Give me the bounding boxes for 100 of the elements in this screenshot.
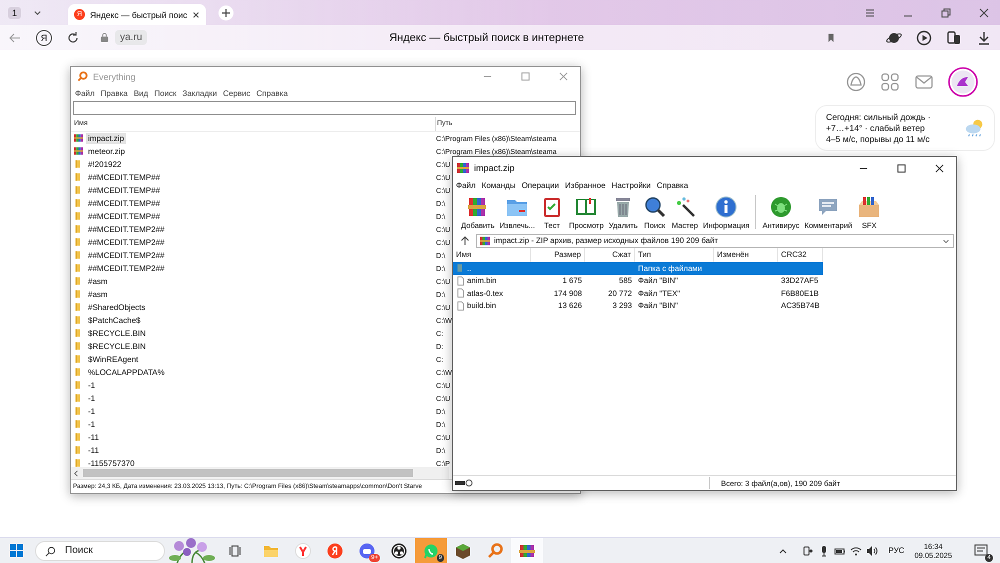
file-name[interactable]: -1155757370 — [86, 458, 137, 468]
file-name[interactable]: ##MCEDIT.TEMP## — [86, 172, 162, 183]
up-arrow-icon[interactable] — [460, 236, 470, 246]
file-name[interactable]: #!201922 — [86, 158, 124, 170]
url-text: ya.ru — [115, 30, 148, 45]
close-icon[interactable] — [978, 6, 990, 18]
file-icon — [456, 276, 465, 286]
file-name[interactable]: -1 — [86, 406, 98, 417]
file-name[interactable]: -11 — [86, 444, 101, 456]
file-name[interactable]: #asm — [86, 276, 110, 287]
download-icon[interactable] — [976, 30, 992, 46]
folder-icon — [74, 393, 83, 404]
menu-item[interactable]: Операции — [522, 180, 559, 190]
archive-icon — [480, 236, 490, 246]
folder-icon — [74, 367, 83, 378]
file-name[interactable]: ##MCEDIT.TEMP2## — [86, 236, 166, 248]
folder-icon — [74, 289, 83, 300]
folder-icon — [74, 419, 83, 430]
maximize-icon[interactable] — [897, 164, 906, 172]
folder-icon — [74, 406, 83, 416]
file-name[interactable]: #SharedObjects — [86, 302, 148, 313]
back-arrow-icon[interactable] — [8, 30, 22, 44]
file-name[interactable]: -1 — [86, 418, 98, 430]
archive-icon — [74, 133, 83, 144]
box-icon — [857, 194, 882, 218]
search-field[interactable] — [73, 100, 576, 115]
horizontal-scrollbar[interactable] — [71, 467, 449, 480]
bookmark-icon[interactable] — [826, 32, 836, 42]
camera-icon[interactable] — [802, 544, 814, 556]
file-name[interactable]: $WinREAgent — [86, 354, 140, 365]
menu-item[interactable]: Файл — [75, 88, 95, 98]
file-name[interactable]: ##MCEDIT.TEMP2## — [86, 250, 166, 261]
menu-item[interactable]: Вид — [134, 88, 148, 98]
folder-icon — [74, 341, 83, 352]
menu-item[interactable]: Правка — [100, 88, 128, 98]
file-name[interactable]: $RECYCLE.BIN — [86, 340, 148, 352]
file-name[interactable]: meteor.zip — [86, 146, 127, 157]
folder-icon — [74, 445, 83, 456]
file-name[interactable]: -1 — [86, 380, 98, 391]
file-name[interactable]: -11 — [86, 432, 101, 443]
yandex-button[interactable]: Я — [36, 30, 52, 46]
speaker-icon[interactable] — [866, 544, 878, 556]
apps-grid-icon[interactable] — [880, 72, 900, 92]
tab-counter[interactable]: 1 — [8, 6, 22, 18]
info-icon — [714, 194, 738, 218]
windows-start-icon[interactable] — [10, 544, 23, 557]
weather-card[interactable]: Сегодня: сильный дождь · +7…+14° · слабый ветер 4–5 м/с, порывы до 11 м/с — [815, 105, 995, 151]
play-icon[interactable] — [916, 30, 932, 46]
menu-icon[interactable] — [864, 6, 876, 18]
file-name[interactable]: impact.zip — [86, 132, 126, 144]
magnifier-icon — [487, 542, 503, 558]
folder-icon — [74, 302, 83, 312]
folder-up-icon — [456, 263, 465, 274]
avatar[interactable] — [948, 67, 978, 97]
menu-item[interactable]: Избранное — [565, 180, 606, 190]
wifi-icon[interactable] — [850, 544, 862, 556]
plus-icon[interactable] — [218, 4, 234, 20]
folder-icon — [74, 198, 83, 208]
file-name[interactable]: ##MCEDIT.TEMP## — [86, 198, 162, 209]
file-name[interactable]: -1 — [86, 392, 98, 404]
reload-icon[interactable] — [66, 30, 80, 44]
file-name[interactable]: ##MCEDIT.TEMP## — [86, 210, 162, 222]
menu-item[interactable]: Поиск — [154, 88, 176, 98]
menu-item[interactable]: Команды — [482, 180, 516, 190]
file-name[interactable]: ##MCEDIT.TEMP2## — [86, 262, 166, 274]
flower-drawing — [167, 538, 217, 563]
folder-icon — [74, 263, 83, 274]
file-name[interactable]: ##MCEDIT.TEMP2## — [86, 224, 166, 235]
window-title: impact.zip — [474, 163, 515, 173]
file-name[interactable]: $PatchCache$ — [86, 314, 142, 326]
language-indicator[interactable]: РУС — [888, 546, 904, 555]
menu-item[interactable]: Сервис — [222, 88, 250, 98]
drive-icon — [455, 479, 475, 487]
task-view-icon[interactable] — [229, 544, 243, 558]
folder-icon — [74, 211, 83, 222]
address-bar[interactable]: ya.ru Яндекс — быстрый поиск в интернете — [94, 28, 842, 48]
menu-item[interactable]: Справка — [656, 180, 688, 190]
menu-item[interactable]: Файл — [456, 180, 476, 190]
alice-icon[interactable] — [846, 72, 866, 92]
restore-icon[interactable] — [940, 6, 952, 18]
menu-item[interactable]: Настройки — [612, 180, 651, 190]
file-name[interactable]: ##MCEDIT.TEMP## — [86, 184, 162, 196]
page-title: Яндекс — быстрый поиск в интернете — [388, 32, 586, 44]
folder-icon — [74, 237, 83, 248]
scroll-left-icon[interactable] — [73, 470, 80, 477]
scrollbar-thumb[interactable] — [83, 469, 413, 478]
grass-block-icon — [455, 542, 471, 558]
menu-item[interactable]: Справка — [256, 88, 288, 98]
folder-icon — [74, 315, 83, 326]
close-icon[interactable] — [935, 164, 944, 172]
folder-icon — [74, 250, 83, 260]
close-icon[interactable] — [192, 10, 200, 18]
menu-item[interactable]: Закладки — [182, 88, 217, 98]
file-name[interactable]: %LOCALAPPDATA% — [86, 366, 167, 378]
weather-text: Сегодня: сильный дождь · +7…+14° · слабый ветер 4–5 м/с, порывы до 11 м/с — [826, 112, 932, 144]
magnifier-icon — [77, 71, 88, 82]
file-name[interactable]: #asm — [86, 288, 110, 300]
file-name[interactable]: $RECYCLE.BIN — [86, 328, 148, 339]
notification-icon[interactable] — [974, 544, 988, 558]
extensions-icon[interactable] — [946, 30, 962, 46]
